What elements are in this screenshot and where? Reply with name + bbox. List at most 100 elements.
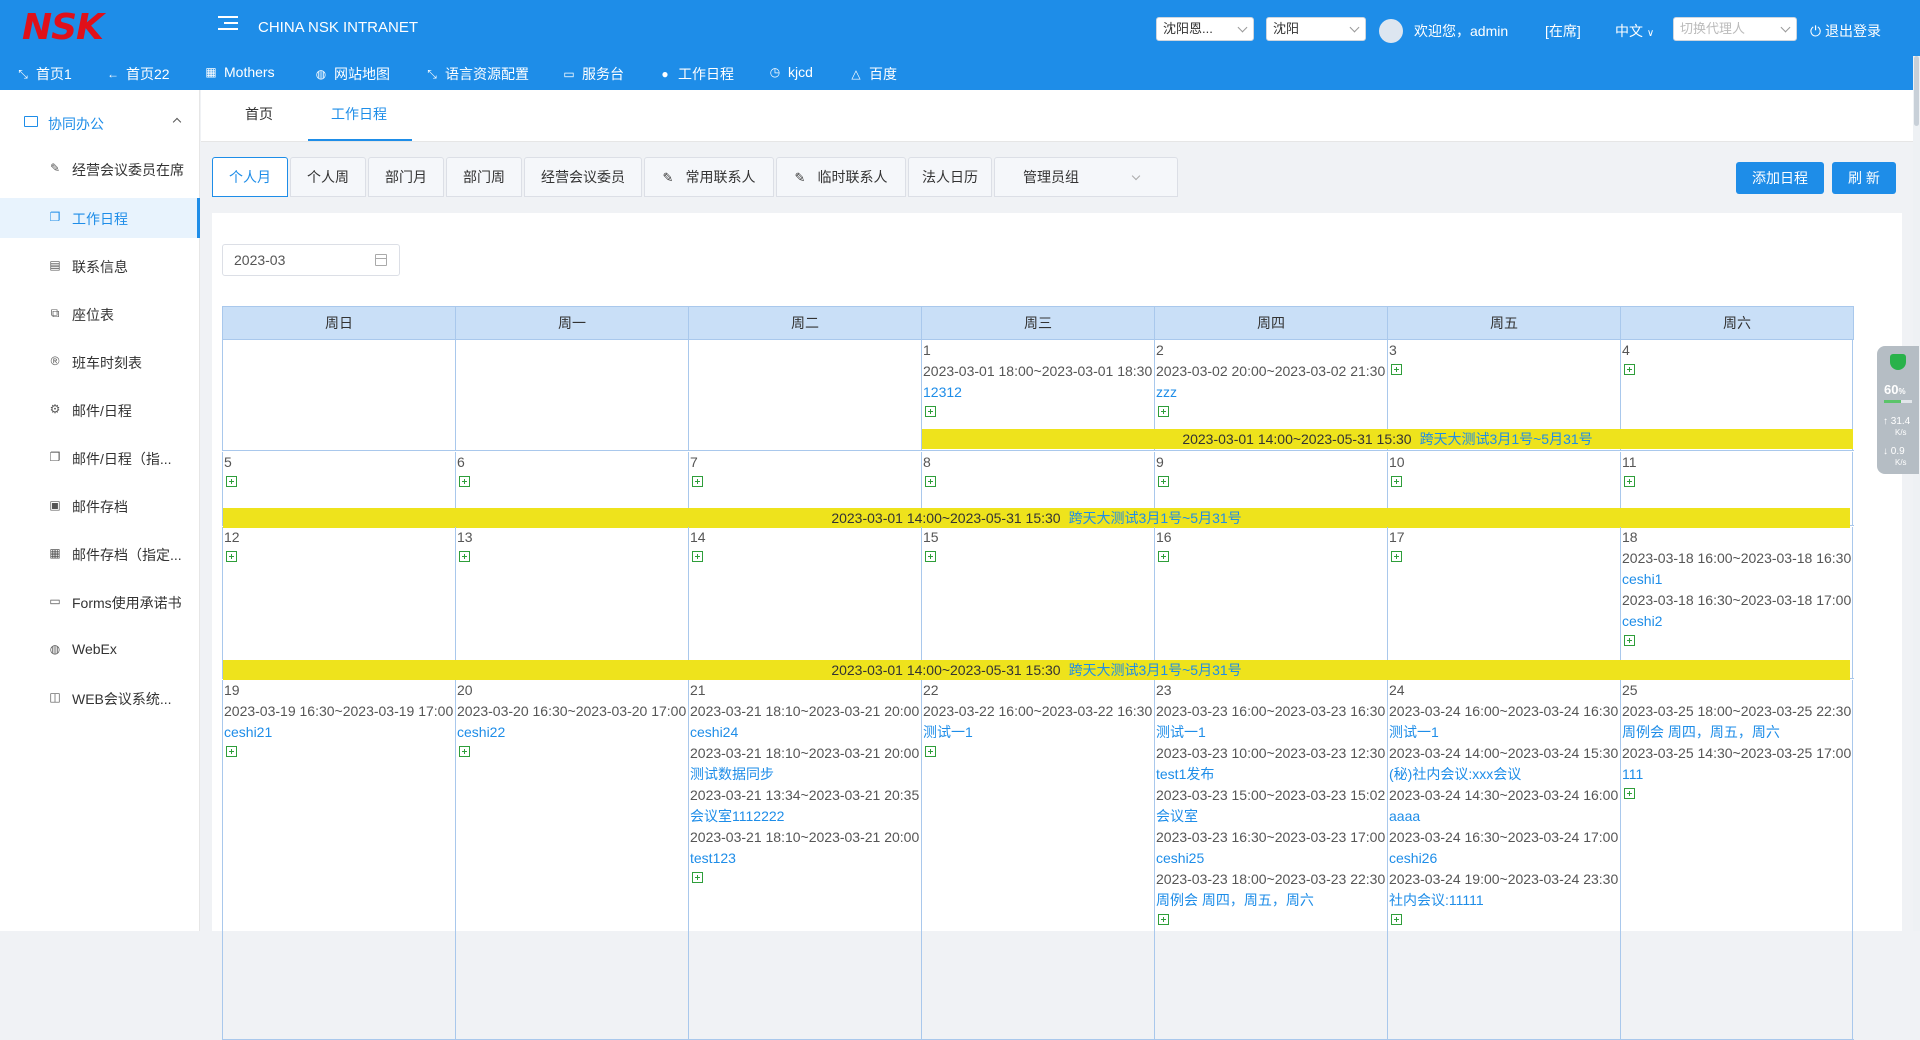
event-title-link[interactable]: 测试数据同步 [690,766,774,782]
month-picker[interactable]: 2023-03 [222,244,400,276]
add-event-icon[interactable] [226,551,237,562]
add-event-icon[interactable] [459,551,470,562]
event-title-link[interactable]: ceshi25 [1156,850,1204,866]
nav-item-home1[interactable]: ⤡ 首页1 [16,64,72,84]
multi-day-event-bar[interactable]: 2023-03-01 14:00~2023-05-31 15:30 跨天大测试3月… [922,429,1853,449]
tab-home[interactable]: 首页 [245,104,273,124]
sidebar-item-mail-schedule-designated[interactable]: ❐ 邮件/日程（指... [0,438,200,478]
sidebar-item-mail-archive-designated[interactable]: ▦ 邮件存档（指定... [0,534,200,574]
span-event-title-link[interactable]: 跨天大测试3月1号~5月31号 [1420,431,1593,447]
add-event-icon[interactable] [925,551,936,562]
event-title-link[interactable]: aaaa [1389,808,1420,824]
sidebar-item-mail-archive[interactable]: ▣ 邮件存档 [0,486,200,526]
event-title-link[interactable]: (秘)社内会议:xxx会议 [1389,766,1521,782]
nav-item-service-desk[interactable]: ▭ 服务台 [562,64,624,84]
tab-schedule[interactable]: 工作日程 [331,104,387,124]
add-event-icon[interactable] [692,476,703,487]
event-title-link[interactable]: 测试一1 [1389,724,1439,740]
event-title-link[interactable]: test1发布 [1156,766,1214,782]
add-event-icon[interactable] [459,746,470,757]
calendar-day-cell[interactable]: 15 [921,527,1154,679]
event-title-link[interactable]: ceshi24 [690,724,738,740]
add-event-icon[interactable] [692,551,703,562]
add-event-icon[interactable] [459,476,470,487]
event-title-link[interactable]: ceshi2 [1622,613,1662,629]
calendar-day-cell[interactable]: 17 [1387,527,1620,679]
add-event-icon[interactable] [1391,364,1402,375]
multi-day-event-bar[interactable]: 2023-03-01 14:00~2023-05-31 15:30 跨天大测试3月… [223,660,1850,680]
nav-item-kjcd[interactable]: ◷ kjcd [768,64,813,80]
event-title-link[interactable]: test123 [690,850,736,866]
add-event-icon[interactable] [1624,788,1635,799]
sidebar-item-forms-pledge[interactable]: ▭ Forms使用承诺书 [0,582,200,622]
add-event-icon[interactable] [1391,476,1402,487]
sidebar-item-seating[interactable]: ⧉ 座位表 [0,294,200,334]
scrollbar-thumb[interactable] [1914,56,1919,126]
network-speed-widget[interactable]: 60% ↑ 31.4 K/s ↓ 0.9 K/s [1877,346,1919,474]
nav-item-baidu[interactable]: △ 百度 [849,64,897,84]
add-event-icon[interactable] [1158,476,1169,487]
avatar[interactable] [1379,19,1403,43]
calendar-day-cell[interactable]: 12 [222,527,455,679]
tab-personal-month[interactable]: 个人月 [212,157,288,197]
add-schedule-button[interactable]: 添加日程 [1736,162,1824,194]
add-event-icon[interactable] [1624,476,1635,487]
org-select[interactable]: 沈阳恩... [1156,17,1254,41]
calendar-day-cell[interactable]: 24 2023-03-24 16:00~2023-03-24 16:30 测试一1… [1387,680,1620,1040]
sidebar-item-web-meeting[interactable]: ◫ WEB会议系统... [0,678,200,718]
add-event-icon[interactable] [1391,914,1402,925]
add-event-icon[interactable] [1391,551,1402,562]
nav-item-sitemap[interactable]: ◍ 网站地图 [314,64,390,84]
calendar-day-cell[interactable]: 25 2023-03-25 18:00~2023-03-25 22:30 周例会 … [1620,680,1853,1040]
calendar-day-cell[interactable]: 19 2023-03-19 16:30~2023-03-19 17:00 cesh… [222,680,455,1040]
nav-item-language-resources[interactable]: ⤡ 语言资源配置 [425,64,529,84]
add-event-icon[interactable] [226,476,237,487]
event-title-link[interactable]: 周例会 周四，周五，周六 [1622,724,1780,740]
nsk-logo[interactable]: NSK [22,10,104,46]
event-title-link[interactable]: ceshi1 [1622,571,1662,587]
calendar-day-cell[interactable]: 21 2023-03-21 18:10~2023-03-21 20:00 cesh… [688,680,921,1040]
sidebar-item-mail-schedule[interactable]: ⚙ 邮件/日程 [0,390,200,430]
nav-item-schedule[interactable]: ● 工作日程 [658,64,734,84]
proxy-select[interactable]: 切换代理人 [1673,17,1797,41]
event-title-link[interactable]: ceshi26 [1389,850,1437,866]
calendar-day-cell[interactable]: 23 2023-03-23 16:00~2023-03-23 16:30 测试一1… [1154,680,1387,1040]
sidebar-item-shuttle[interactable]: ® 班车时刻表 [0,342,200,382]
span-event-title-link[interactable]: 跨天大测试3月1号~5月31号 [1069,510,1242,526]
sidebar-item-contacts[interactable]: ▤ 联系信息 [0,246,200,286]
calendar-day-cell[interactable]: 18 2023-03-18 16:00~2023-03-18 16:30 cesh… [1620,527,1853,679]
span-event-title-link[interactable]: 跨天大测试3月1号~5月31号 [1069,662,1242,678]
add-event-icon[interactable] [226,746,237,757]
calendar-day-cell[interactable]: 16 [1154,527,1387,679]
nav-item-mothers[interactable]: ▦ Mothers [204,64,274,80]
admin-group-dropdown[interactable]: 管理员组 [994,157,1178,197]
add-event-icon[interactable] [925,476,936,487]
tab-committee[interactable]: 经营会议委员 [524,157,642,197]
event-title-link[interactable]: 会议室 [1156,808,1198,824]
event-title-link[interactable]: zzz [1156,384,1177,400]
sidebar-item-committee-presence[interactable]: ✎ 经营会议委员在席 [0,149,200,189]
add-event-icon[interactable] [1624,635,1635,646]
tab-dept-week[interactable]: 部门周 [446,157,522,197]
event-title-link[interactable]: 会议室1112222 [690,808,784,824]
sidebar-group-collab[interactable]: 协同办公 [0,108,200,138]
logout-button[interactable]: ⏻ 退出登录 [1810,21,1881,41]
refresh-button[interactable]: 刷 新 [1832,162,1896,194]
presence-status[interactable]: [在席] [1545,21,1581,41]
language-switch[interactable]: 中文 ∨ [1615,21,1654,41]
tab-personal-week[interactable]: 个人周 [290,157,366,197]
event-title-link[interactable]: ceshi21 [224,724,272,740]
multi-day-event-bar[interactable]: 2023-03-01 14:00~2023-05-31 15:30 跨天大测试3月… [223,508,1850,528]
event-title-link[interactable]: ceshi22 [457,724,505,740]
tab-temp-contacts[interactable]: ✎ 临时联系人 [776,157,906,197]
event-title-link[interactable]: 12312 [923,384,962,400]
add-event-icon[interactable] [1158,406,1169,417]
city-select[interactable]: 沈阳 [1266,17,1366,41]
event-title-link[interactable]: 社内会议:11111 [1389,892,1484,908]
event-title-link[interactable]: 测试一1 [1156,724,1206,740]
nav-item-home22[interactable]: ← 首页22 [106,64,170,84]
tab-frequent-contacts[interactable]: ✎ 常用联系人 [644,157,774,197]
event-title-link[interactable]: 测试一1 [923,724,973,740]
calendar-day-cell[interactable]: 20 2023-03-20 16:30~2023-03-20 17:00 cesh… [455,680,688,1040]
add-event-icon[interactable] [925,746,936,757]
